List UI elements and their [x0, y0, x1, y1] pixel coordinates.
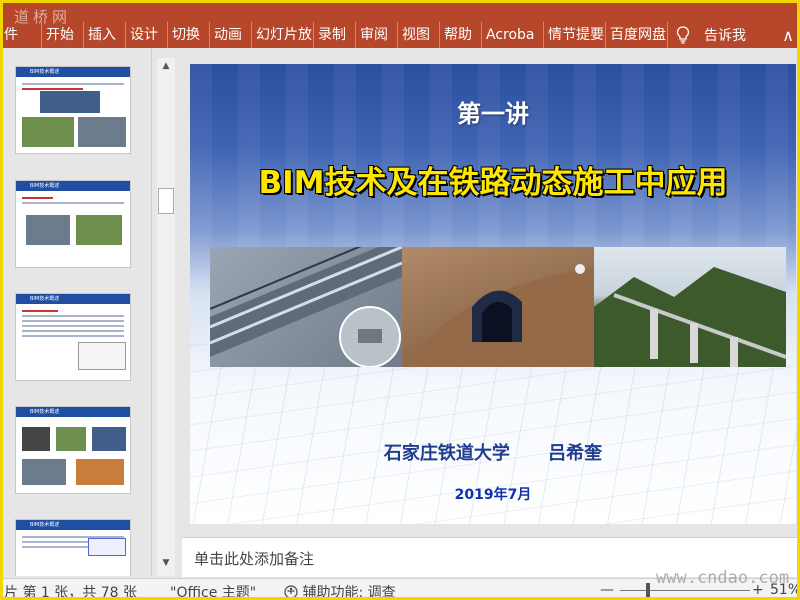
slide-author-line[interactable]: 石家庄铁道大学 吕希奎 — [190, 439, 796, 465]
slide-title[interactable]: BIM技术及在铁路动态施工中应用 — [190, 157, 796, 202]
tab-help[interactable]: 帮助 — [440, 22, 482, 48]
tab-animations[interactable]: 动画 — [210, 22, 252, 48]
accessibility-label: 辅助功能: 调查 — [302, 585, 396, 600]
lightbulb-icon — [676, 26, 690, 44]
thumbnail-title: BIM技术概述 — [30, 69, 60, 75]
thumbnail-image — [78, 117, 126, 147]
zoom-slider-track[interactable] — [620, 590, 750, 591]
thumbnail-title: BIM技术概述 — [30, 296, 60, 302]
thumbnail-scrollbar[interactable]: ▲ ▼ — [157, 58, 175, 576]
tell-me-search[interactable]: 告诉我 — [668, 22, 746, 48]
tab-record[interactable]: 录制 — [314, 22, 356, 48]
watermark-url: www.cndao.com — [656, 568, 790, 588]
slide-thumbnail-1[interactable]: BIM技术概述 — [15, 66, 131, 154]
thumbnail-image — [76, 215, 122, 245]
thumbnail-image — [22, 427, 50, 451]
tunnel-portal-render[interactable] — [402, 247, 594, 367]
thumbnail-image — [22, 117, 74, 147]
notes-placeholder: 单击此处添加备注 — [194, 550, 315, 568]
tab-home[interactable]: 开始 — [42, 22, 84, 48]
tab-insert[interactable]: 插入 — [84, 22, 126, 48]
bridge-viaduct-render[interactable] — [594, 247, 786, 367]
slide-thumbnail-2[interactable]: BIM技术概述 — [15, 180, 131, 268]
ribbon-bar: 道桥网 件 开始 插入 设计 切换 动画 幻灯片放 录制 审阅 视图 帮助 Ac… — [0, 0, 800, 48]
tab-slideshow[interactable]: 幻灯片放 — [252, 22, 314, 48]
slide-thumbnail-3[interactable]: BIM技术概述 — [15, 293, 131, 381]
collapse-ribbon-button[interactable]: ∧ — [782, 26, 794, 45]
scroll-up-arrow-icon[interactable]: ▲ — [157, 58, 175, 74]
railway-track-render[interactable] — [210, 247, 402, 367]
thumbnail-image — [88, 538, 126, 556]
tab-storyboard[interactable]: 情节提要 — [544, 22, 606, 48]
slide-thumbnail-5[interactable]: BIM技术概述 — [15, 519, 131, 576]
slide-date[interactable]: 2019年7月 — [190, 484, 796, 504]
tab-design[interactable]: 设计 — [126, 22, 168, 48]
thumbnail-image — [26, 215, 70, 245]
thumbnail-title: BIM技术概述 — [30, 522, 60, 528]
slide-canvas[interactable]: 第一讲 BIM技术及在铁路动态施工中应用 石家庄铁道大学 吕希奎 2019年7月 — [190, 64, 796, 524]
tab-transitions[interactable]: 切换 — [168, 22, 210, 48]
tab-acrobat[interactable]: Acroba — [482, 22, 544, 48]
school-name: 石家庄铁道大学 — [383, 443, 510, 464]
thumbnail-image — [56, 427, 86, 451]
thumbnail-image — [92, 427, 126, 451]
accessibility-status[interactable]: 辅助功能: 调查 — [284, 582, 396, 600]
zoom-out-button[interactable]: — — [600, 582, 614, 598]
thumbnail-header: BIM技术概述 — [16, 67, 130, 77]
accessibility-icon — [284, 585, 298, 599]
author-name: 吕希奎 — [548, 443, 603, 464]
thumbnail-title: BIM技术概述 — [30, 409, 60, 415]
scroll-down-arrow-icon[interactable]: ▼ — [157, 555, 175, 571]
tab-baidu-netdisk[interactable]: 百度网盘 — [606, 22, 668, 48]
thumbnail-image — [40, 91, 100, 113]
tell-me-label: 告诉我 — [704, 28, 746, 44]
tab-review[interactable]: 审阅 — [356, 22, 398, 48]
theme-name: "Office 主题" — [170, 585, 257, 600]
thumbnail-image — [76, 459, 124, 485]
slide-thumbnail-4[interactable]: BIM技术概述 — [15, 406, 131, 494]
thumbnail-image — [78, 342, 126, 370]
slide-counter: 片 第 1 张，共 78 张 — [4, 585, 137, 600]
tab-view[interactable]: 视图 — [398, 22, 440, 48]
zoom-slider-knob[interactable] — [646, 583, 650, 597]
thumbnail-image — [22, 459, 66, 485]
scrollbar-thumb[interactable] — [158, 188, 174, 214]
ribbon-tabs: 件 开始 插入 设计 切换 动画 幻灯片放 录制 审阅 视图 帮助 Acroba… — [0, 22, 746, 48]
tab-file[interactable]: 件 — [0, 22, 42, 48]
slide-thumbnail-pane: BIM技术概述 BIM技术概述 BIM技术概述 BIM技术概述 BIM技术概述 — [0, 48, 152, 576]
thumbnail-title: BIM技术概述 — [30, 183, 60, 189]
slide-lecture-number[interactable]: 第一讲 — [190, 94, 796, 129]
slide-photo-strip[interactable] — [210, 247, 786, 367]
